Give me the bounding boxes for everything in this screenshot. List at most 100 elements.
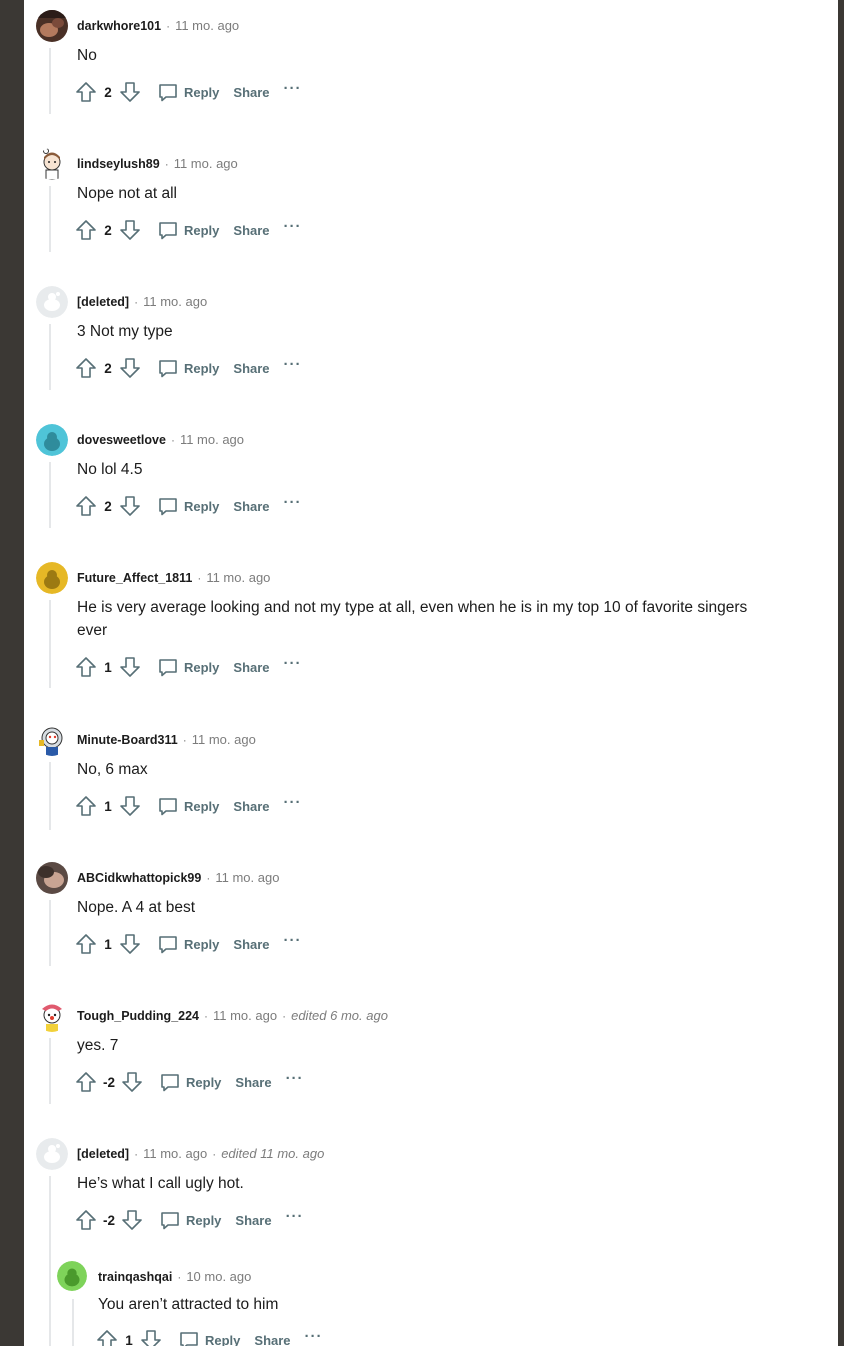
reply-button[interactable]: Reply — [157, 219, 219, 241]
user-avatar[interactable] — [36, 286, 68, 318]
more-options-icon[interactable]: ··· — [284, 655, 302, 672]
share-button[interactable]: Share — [235, 1213, 271, 1228]
comment-bubble-icon — [161, 1074, 179, 1092]
more-options-icon[interactable]: ··· — [284, 932, 302, 949]
more-options-icon[interactable]: ··· — [305, 1328, 323, 1345]
reply-button[interactable]: Reply — [157, 933, 219, 955]
comment-actions: 2 Reply Share ··· — [73, 493, 302, 519]
thread-line[interactable] — [49, 462, 51, 528]
thread-line[interactable] — [49, 1038, 51, 1104]
author-name[interactable]: Tough_Pudding_224 — [77, 1006, 199, 1026]
more-options-icon[interactable]: ··· — [284, 356, 302, 373]
comment-bubble-icon — [159, 936, 177, 954]
timestamp[interactable]: 11 mo. ago — [215, 868, 279, 888]
downvote-icon[interactable] — [117, 355, 143, 381]
thread-line[interactable] — [49, 48, 51, 114]
more-options-icon[interactable]: ··· — [284, 794, 302, 811]
author-name[interactable]: Minute-Board311 — [77, 730, 178, 750]
downvote-icon[interactable] — [117, 79, 143, 105]
timestamp[interactable]: 11 mo. ago — [192, 730, 256, 750]
user-avatar[interactable] — [36, 424, 68, 456]
share-button[interactable]: Share — [233, 223, 269, 238]
share-button[interactable]: Share — [235, 1075, 271, 1090]
reply-button[interactable]: Reply — [159, 1071, 221, 1093]
upvote-icon[interactable] — [94, 1327, 120, 1346]
reply-button[interactable]: Reply — [178, 1329, 240, 1346]
thread-line[interactable] — [49, 600, 51, 688]
downvote-icon[interactable] — [117, 217, 143, 243]
thread-line[interactable] — [49, 900, 51, 966]
author-name[interactable]: [deleted] — [77, 292, 129, 312]
author-name[interactable]: Future_Affect_1811 — [77, 568, 192, 588]
author-name[interactable]: darkwhore101 — [77, 16, 161, 36]
user-avatar[interactable] — [36, 862, 68, 894]
timestamp[interactable]: 11 mo. ago — [174, 154, 238, 174]
more-options-icon[interactable]: ··· — [284, 218, 302, 235]
author-name[interactable]: [deleted] — [77, 1144, 129, 1164]
share-button[interactable]: Share — [233, 499, 269, 514]
reply-button[interactable]: Reply — [157, 495, 219, 517]
user-avatar[interactable] — [36, 1000, 68, 1032]
upvote-icon[interactable] — [73, 1207, 99, 1233]
downvote-icon[interactable] — [117, 493, 143, 519]
upvote-icon[interactable] — [73, 493, 99, 519]
user-avatar[interactable] — [36, 724, 68, 756]
downvote-icon[interactable] — [119, 1207, 145, 1233]
reply-label: Reply — [205, 1332, 241, 1346]
downvote-icon[interactable] — [117, 931, 143, 957]
share-button[interactable]: Share — [233, 799, 269, 814]
upvote-icon[interactable] — [73, 1069, 99, 1095]
timestamp[interactable]: 11 mo. ago — [206, 568, 270, 588]
downvote-icon[interactable] — [117, 654, 143, 680]
author-name[interactable]: trainqashqai — [98, 1267, 172, 1287]
separator: · — [212, 1147, 217, 1161]
user-avatar[interactable] — [36, 562, 68, 594]
more-options-icon[interactable]: ··· — [284, 80, 302, 97]
upvote-icon[interactable] — [73, 79, 99, 105]
timestamp[interactable]: 11 mo. ago — [213, 1006, 277, 1026]
more-options-icon[interactable]: ··· — [284, 494, 302, 511]
upvote-icon[interactable] — [73, 217, 99, 243]
timestamp[interactable]: 11 mo. ago — [180, 430, 244, 450]
upvote-icon[interactable] — [73, 654, 99, 680]
share-button[interactable]: Share — [233, 937, 269, 952]
author-name[interactable]: lindseylush89 — [77, 154, 160, 174]
user-avatar[interactable] — [36, 10, 68, 42]
user-avatar[interactable] — [36, 148, 68, 180]
reply-button[interactable]: Reply — [157, 795, 219, 817]
author-name[interactable]: ABCidkwhattopick99 — [77, 868, 201, 888]
downvote-icon[interactable] — [138, 1327, 164, 1346]
thread-line[interactable] — [49, 324, 51, 390]
more-options-icon[interactable]: ··· — [286, 1208, 304, 1225]
share-button[interactable]: Share — [233, 85, 269, 100]
more-options-icon[interactable]: ··· — [286, 1070, 304, 1087]
thread-line[interactable] — [49, 762, 51, 830]
timestamp[interactable]: 10 mo. ago — [186, 1267, 251, 1287]
share-button[interactable]: Share — [254, 1333, 290, 1346]
reply-button[interactable]: Reply — [157, 656, 219, 678]
upvote-icon[interactable] — [73, 355, 99, 381]
comment-body: yes. 7 — [77, 1037, 119, 1054]
downvote-icon[interactable] — [117, 793, 143, 819]
comment-body: You aren’t attracted to him — [98, 1296, 279, 1313]
upvote-icon[interactable] — [73, 931, 99, 957]
share-button[interactable]: Share — [233, 660, 269, 675]
reply-button[interactable]: Reply — [159, 1209, 221, 1231]
thread-line[interactable] — [49, 1176, 51, 1346]
comment-header: [deleted] · 11 mo. ago — [77, 292, 207, 312]
thread-line[interactable] — [49, 186, 51, 252]
user-avatar[interactable] — [36, 1138, 68, 1170]
comment-bubble-icon — [159, 659, 177, 677]
share-button[interactable]: Share — [233, 361, 269, 376]
downvote-icon[interactable] — [119, 1069, 145, 1095]
author-name[interactable]: dovesweetlove — [77, 430, 166, 450]
reply-button[interactable]: Reply — [157, 357, 219, 379]
timestamp[interactable]: 11 mo. ago — [143, 1144, 207, 1164]
comment-actions: 1 Reply Share ··· — [73, 931, 302, 957]
upvote-icon[interactable] — [73, 793, 99, 819]
reply-button[interactable]: Reply — [157, 81, 219, 103]
timestamp[interactable]: 11 mo. ago — [175, 16, 239, 36]
user-avatar[interactable] — [57, 1261, 87, 1291]
thread-line[interactable] — [72, 1299, 74, 1346]
timestamp[interactable]: 11 mo. ago — [143, 292, 207, 312]
